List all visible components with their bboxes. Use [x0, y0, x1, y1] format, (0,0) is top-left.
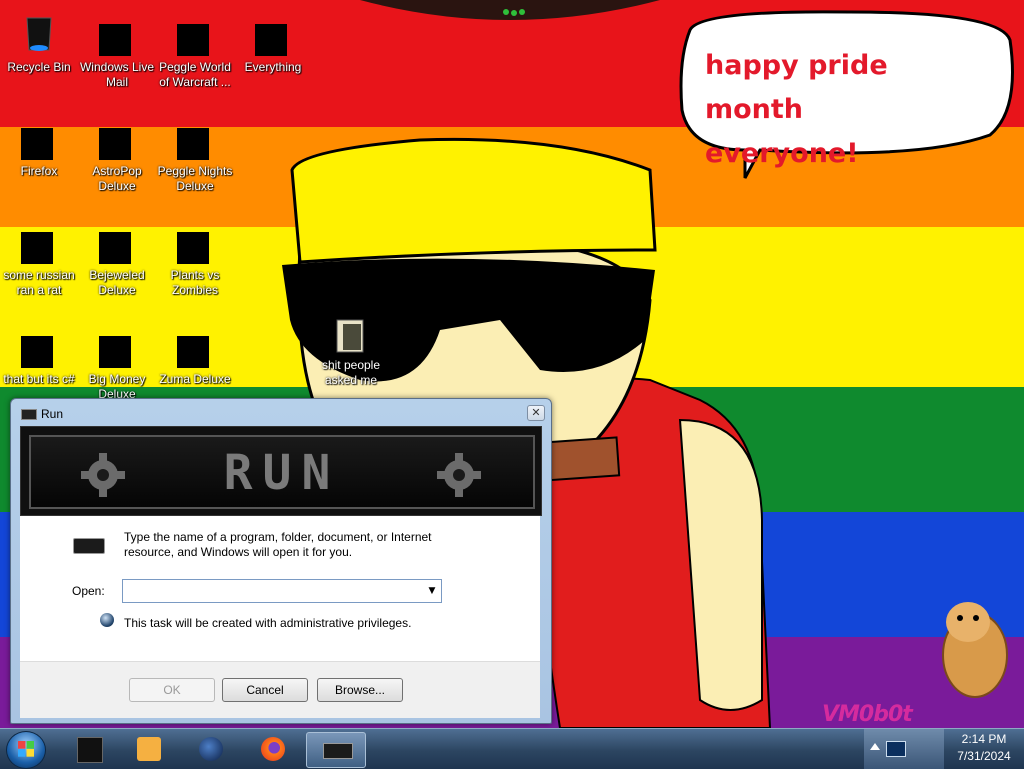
desktop-icon-that-but-its-csharp[interactable]: that but its c#	[0, 312, 78, 387]
open-combobox[interactable]: ▼	[122, 579, 442, 603]
game-icon	[177, 20, 213, 56]
admin-privileges-note: This task will be created with administr…	[124, 616, 412, 630]
show-hidden-icons-icon[interactable]	[870, 743, 880, 750]
mail-icon	[99, 20, 135, 56]
game-icon	[99, 124, 135, 160]
desktop-icon-bejeweled-deluxe[interactable]: Bejeweled Deluxe	[78, 208, 156, 298]
run-dialog: Run ✕ RUN Type the name of a program, fo…	[10, 398, 552, 724]
run-program-icon	[73, 538, 105, 554]
run-banner-frame: RUN	[29, 435, 535, 509]
taskbar-item-run[interactable]	[306, 732, 366, 768]
run-banner-text: RUN	[223, 445, 341, 501]
desktop-icon-label: Peggle Nights Deluxe	[157, 164, 233, 193]
run-banner: RUN	[20, 426, 542, 516]
desktop-icon-label: Firefox	[20, 164, 58, 178]
speech-line-1: happy pride month	[705, 50, 888, 125]
desktop-icon-astropop-deluxe[interactable]: AstroPop Deluxe	[78, 104, 156, 194]
open-input[interactable]	[125, 582, 419, 600]
speech-line-2: everyone!	[705, 138, 859, 169]
desktop-icon-label: Zuma Deluxe	[159, 372, 231, 386]
desktop-icon-firefox[interactable]: Firefox	[0, 104, 78, 179]
desktop-icon-recycle-bin[interactable]: Recycle Bin	[0, 0, 78, 75]
close-icon: ✕	[531, 406, 541, 419]
desktop-icon-label: AstroPop Deluxe	[92, 164, 142, 193]
game-icon	[177, 124, 213, 160]
desktop-icon-peggle-world-of-warcraft[interactable]: Peggle World of Warcraft ...	[156, 0, 234, 90]
program-icon	[21, 228, 57, 264]
game-icon	[177, 228, 213, 264]
desktop-icon-label: Peggle World of Warcraft ...	[159, 60, 231, 89]
speech-bubble-text: happy pride month everyone!	[705, 44, 995, 176]
wallpaper-signature: VM0b0t	[822, 702, 913, 727]
open-label: Open:	[72, 584, 105, 598]
cancel-button[interactable]: Cancel	[222, 678, 308, 702]
taskbar-item-media[interactable]	[62, 732, 116, 766]
desktop-icon-label: shit people asked me	[321, 358, 381, 387]
media-icon	[77, 737, 103, 763]
recycle-bin-icon	[21, 17, 57, 56]
run-dialog-footer: OK Cancel Browse...	[20, 661, 540, 718]
desktop-icon-label: Windows Live Mail	[79, 60, 155, 89]
taskbar: 2:14 PM 7/31/2024	[0, 728, 1024, 769]
desktop-icon-windows-live-mail[interactable]: Windows Live Mail	[78, 0, 156, 90]
taskbar-item-media-player[interactable]	[122, 732, 176, 766]
desktop-icon-peggle-nights-deluxe[interactable]: Peggle Nights Deluxe	[156, 104, 234, 194]
game-icon	[177, 332, 213, 368]
run-instructions: Type the name of a program, folder, docu…	[124, 530, 432, 559]
run-icon	[21, 409, 37, 420]
clock-date: 7/31/2024	[957, 749, 1011, 763]
media-player-icon	[137, 737, 161, 761]
desktop-icon-label: that but its c#	[3, 372, 75, 386]
desktop-icon-folder[interactable]: shit people asked me	[312, 298, 390, 388]
folder-icon	[333, 318, 369, 354]
clock-time: 2:14 PM	[961, 732, 1007, 746]
run-dialog-body: Type the name of a program, folder, docu…	[20, 516, 540, 661]
firefox-icon	[261, 737, 285, 761]
desktop-icon-some-russian-ran-a-rat[interactable]: some russian ran a rat	[0, 208, 78, 298]
notification-area	[864, 729, 944, 769]
run-dialog-title: Run	[41, 407, 64, 421]
browse-button[interactable]: Browse...	[317, 678, 403, 702]
firefox-icon	[21, 124, 57, 160]
windows-logo-icon	[18, 741, 34, 757]
program-icon	[21, 332, 57, 368]
desktop-icon-label: Plants vs Zombies	[170, 268, 220, 297]
taskbar-item-globe[interactable]	[184, 732, 238, 766]
ok-button[interactable]: OK	[129, 678, 215, 702]
desktop-icon-everything[interactable]: Everything	[234, 0, 312, 75]
desktop-icon-zuma-deluxe[interactable]: Zuma Deluxe	[156, 312, 234, 387]
globe-icon	[199, 737, 223, 761]
game-icon	[99, 332, 135, 368]
gem-icon	[99, 228, 135, 264]
close-button[interactable]: ✕	[527, 405, 545, 421]
search-icon	[255, 20, 291, 56]
network-icon[interactable]	[886, 741, 906, 757]
desktop-icon-label: Bejeweled Deluxe	[89, 268, 145, 297]
desktop-icon-label: Everything	[244, 60, 302, 74]
desktop-icon-plants-vs-zombies[interactable]: Plants vs Zombies	[156, 208, 234, 298]
shield-icon	[100, 613, 114, 627]
desktop-icon-label: some russian ran a rat	[3, 268, 75, 297]
chevron-down-icon[interactable]: ▼	[425, 582, 439, 598]
start-button[interactable]	[6, 731, 46, 769]
desktop-icon-label: Recycle Bin	[7, 60, 71, 74]
run-icon	[323, 743, 353, 759]
taskbar-clock[interactable]: 2:14 PM 7/31/2024	[944, 731, 1024, 765]
desktop-icon-big-money-deluxe[interactable]: Big Money Deluxe	[78, 312, 156, 402]
taskbar-item-firefox[interactable]	[246, 732, 300, 766]
